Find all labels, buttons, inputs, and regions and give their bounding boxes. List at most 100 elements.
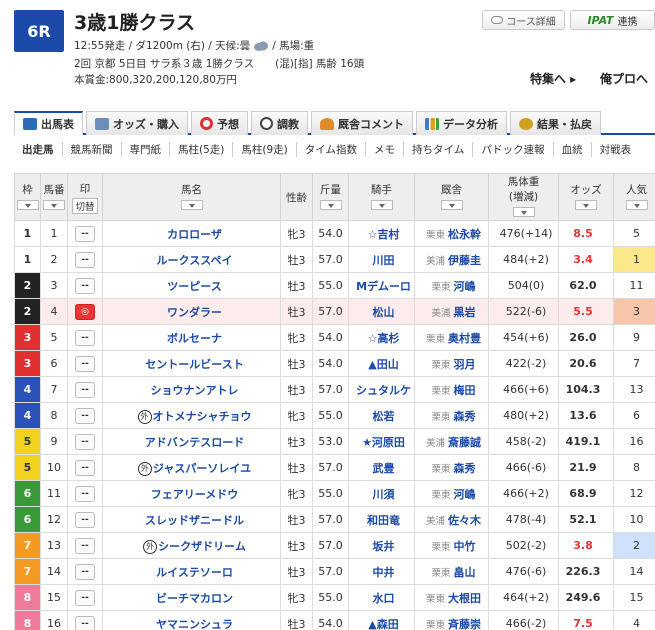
jockey-link[interactable]: Mデムーロ xyxy=(348,272,415,299)
trainer-link[interactable]: 松永幹 xyxy=(448,228,481,241)
tab-shutsubahyo[interactable]: 出馬表 xyxy=(14,111,83,135)
sort-dropdown-icon[interactable] xyxy=(512,207,535,217)
mark-select[interactable]: -- xyxy=(75,381,95,398)
horse-name-cell[interactable]: スレッドザニードル xyxy=(102,506,281,533)
tab-chokyo[interactable]: 調教 xyxy=(251,111,308,135)
tab-yoso[interactable]: 予想 xyxy=(191,111,248,135)
subnav-item[interactable]: 馬柱(9走) xyxy=(233,141,297,157)
jockey-link[interactable]: ▲田山 xyxy=(348,350,415,377)
mark-select[interactable]: -- xyxy=(75,615,95,630)
subnav-item[interactable]: 血統 xyxy=(554,141,592,157)
course-detail-button[interactable]: コース詳細 xyxy=(482,10,565,30)
ipat-link-button[interactable]: IPAT 連携 xyxy=(570,10,655,30)
sort-dropdown-icon[interactable] xyxy=(43,199,65,210)
col-jockey[interactable]: 騎手 xyxy=(348,173,415,221)
trainer-link[interactable]: 斎藤誠 xyxy=(448,436,481,449)
trainer-link[interactable]: 河嶋 xyxy=(454,280,476,293)
jockey-link[interactable]: 坂井 xyxy=(348,532,415,559)
sort-dropdown-icon[interactable] xyxy=(16,199,39,210)
jockey-link[interactable]: 水口 xyxy=(348,584,415,611)
sort-dropdown-icon[interactable] xyxy=(319,199,342,210)
mark-select[interactable]: ◎ xyxy=(75,303,95,320)
subnav-item[interactable]: 馬柱(5走) xyxy=(170,141,234,157)
subnav-item[interactable]: 競馬新聞 xyxy=(63,141,122,157)
horse-name-link[interactable]: シークザドリーム xyxy=(158,540,246,553)
special-feature-link[interactable]: 特集へ ▸ xyxy=(530,70,576,87)
sort-dropdown-icon[interactable] xyxy=(625,199,648,210)
mark-select[interactable]: -- xyxy=(75,433,95,450)
tab-data[interactable]: データ分析 xyxy=(416,111,507,135)
trainer-link[interactable]: 河嶋 xyxy=(454,488,476,501)
jockey-link[interactable]: ★河原田 xyxy=(348,428,415,455)
mark-select[interactable]: -- xyxy=(75,277,95,294)
mark-select[interactable]: -- xyxy=(75,589,95,606)
trainer-link[interactable]: 畠山 xyxy=(454,566,476,579)
horse-name-link[interactable]: フェアリーメドウ xyxy=(151,488,239,501)
mark-select[interactable]: -- xyxy=(75,485,95,502)
mark-select[interactable]: -- xyxy=(75,407,95,424)
trainer-link[interactable]: 森秀 xyxy=(454,410,476,423)
col-pop[interactable]: 人気 xyxy=(613,173,655,221)
horse-name-link[interactable]: ツーピース xyxy=(167,280,221,293)
col-weight[interactable]: 馬体重 (増減) xyxy=(488,173,559,221)
horse-name-cell[interactable]: アドバンテスロード xyxy=(102,428,281,455)
trainer-link[interactable]: 大根田 xyxy=(448,592,481,605)
mark-select[interactable]: -- xyxy=(75,537,95,554)
subnav-item[interactable]: パドック速報 xyxy=(473,141,554,157)
horse-name-link[interactable]: ワンダラー xyxy=(167,306,222,319)
subnav-item[interactable]: タイム指数 xyxy=(297,141,367,157)
jockey-link[interactable]: シュタルケ xyxy=(348,376,415,403)
ore-pro-link[interactable]: 俺プロへ xyxy=(600,70,648,87)
trainer-link[interactable]: 羽月 xyxy=(454,358,476,371)
horse-name-cell[interactable]: セントールビースト xyxy=(102,350,281,377)
jockey-link[interactable]: 和田竜 xyxy=(348,506,415,533)
horse-name-link[interactable]: ボルセーナ xyxy=(167,332,222,345)
col-odds[interactable]: オッズ xyxy=(558,173,614,221)
horse-name-cell[interactable]: ショウナンアトレ xyxy=(102,376,281,403)
horse-name-link[interactable]: スレッドザニードル xyxy=(145,514,244,527)
mark-select[interactable]: -- xyxy=(75,459,95,476)
trainer-link[interactable]: 斉藤崇 xyxy=(448,618,481,630)
horse-name-link[interactable]: オトメナシャチョウ xyxy=(153,410,252,423)
tab-odds[interactable]: オッズ・購入 xyxy=(86,111,188,135)
jockey-link[interactable]: 武豊 xyxy=(348,454,415,481)
horse-name-link[interactable]: ヤマニンシュラ xyxy=(156,618,233,630)
horse-name-cell[interactable]: ヤマニンシュラ xyxy=(102,610,281,630)
trainer-link[interactable]: 伊藤圭 xyxy=(448,254,481,267)
horse-name-link[interactable]: カロローザ xyxy=(167,228,222,241)
col-kinryo[interactable]: 斤量 xyxy=(312,173,349,221)
horse-name-link[interactable]: アドバンテスロード xyxy=(145,436,245,449)
horse-name-link[interactable]: ジャスパーソレイユ xyxy=(153,462,251,475)
horse-name-link[interactable]: ショウナンアトレ xyxy=(151,384,239,397)
mark-select[interactable]: -- xyxy=(75,251,95,268)
sort-dropdown-icon[interactable] xyxy=(575,199,597,210)
tab-comment[interactable]: 厩舎コメント xyxy=(311,111,413,135)
trainer-link[interactable]: 奥村豊 xyxy=(448,332,481,345)
subnav-item[interactable]: 持ちタイム xyxy=(404,141,474,157)
jockey-link[interactable]: 松若 xyxy=(348,402,415,429)
horse-name-cell[interactable]: カロローザ xyxy=(102,220,281,247)
col-umaban[interactable]: 馬番 xyxy=(40,173,68,221)
jockey-link[interactable]: ☆吉村 xyxy=(348,220,415,247)
horse-name-cell[interactable]: ボルセーナ xyxy=(102,324,281,351)
horse-name-cell[interactable]: フェアリーメドウ xyxy=(102,480,281,507)
jockey-link[interactable]: 川田 xyxy=(348,246,415,273)
jockey-link[interactable]: ☆高杉 xyxy=(348,324,415,351)
mark-select[interactable]: -- xyxy=(75,225,95,242)
subnav-item[interactable]: 出走馬 xyxy=(14,141,63,157)
horse-name-cell[interactable]: ワンダラー xyxy=(102,298,281,325)
jockey-link[interactable]: 中井 xyxy=(348,558,415,585)
tab-result[interactable]: 結果・払戻 xyxy=(510,111,601,135)
jockey-link[interactable]: 川須 xyxy=(348,480,415,507)
horse-name-link[interactable]: ルイステソーロ xyxy=(156,566,233,579)
horse-name-cell[interactable]: 外シークザドリーム xyxy=(102,532,281,559)
horse-name-cell[interactable]: ツーピース xyxy=(102,272,281,299)
subnav-item[interactable]: メモ xyxy=(366,141,405,157)
trainer-link[interactable]: 森秀 xyxy=(454,462,476,475)
col-trainer[interactable]: 厩舎 xyxy=(414,173,489,221)
horse-name-cell[interactable]: ビーチマカロン xyxy=(102,584,281,611)
mark-toggle-button[interactable]: 切替 xyxy=(72,197,98,214)
mark-select[interactable]: -- xyxy=(75,355,95,372)
jockey-link[interactable]: ▲森田 xyxy=(348,610,415,630)
col-waku[interactable]: 枠 xyxy=(14,173,41,221)
